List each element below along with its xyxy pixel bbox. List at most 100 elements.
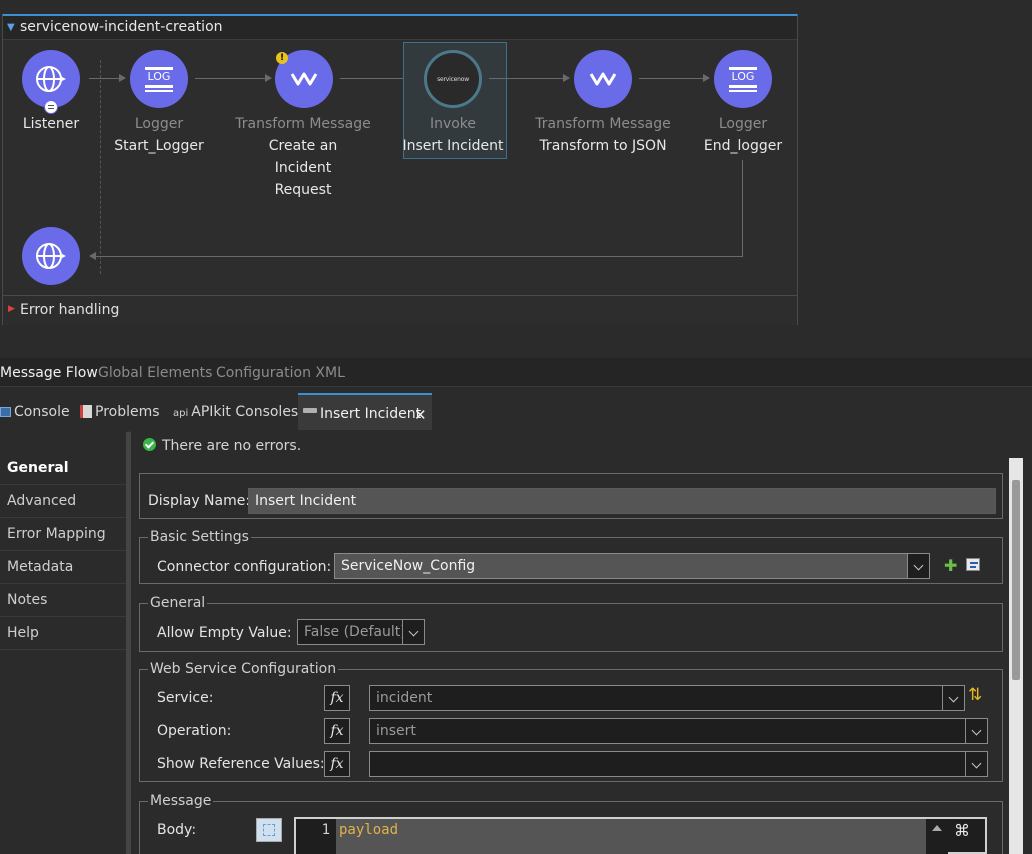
add-config-icon[interactable]: ✚: [944, 555, 957, 577]
editor-scrollbar[interactable]: [926, 819, 948, 854]
node-type: Transform Message: [535, 116, 671, 132]
tab-problems-label: Problems: [95, 404, 160, 420]
flow-arrow: [195, 74, 272, 82]
flow-title: servicenow-incident-creation: [20, 19, 223, 35]
flow-header[interactable]: ▼ servicenow-incident-creation: [3, 16, 797, 40]
allow-empty-select[interactable]: False (Default): [297, 619, 425, 645]
connector-config-select[interactable]: ServiceNow_Config: [334, 553, 930, 579]
operation-select[interactable]: insert: [369, 718, 988, 744]
globe-icon: [36, 243, 66, 269]
body-code[interactable]: payload: [336, 819, 926, 854]
listener-node[interactable]: [22, 50, 80, 114]
refresh-icon[interactable]: ⇅: [968, 685, 982, 705]
chevron-down-icon[interactable]: [965, 719, 987, 743]
operation-fx-button[interactable]: fx: [324, 718, 350, 744]
web-service-config-legend: Web Service Configuration: [148, 660, 339, 678]
node-name: Insert Incident: [402, 138, 504, 154]
tab-console[interactable]: Console: [0, 401, 70, 423]
node-type: Invoke: [429, 116, 477, 132]
collapse-triangle-icon[interactable]: ▼: [7, 22, 15, 33]
transform-json-label[interactable]: Transform Message Transform to JSON: [523, 113, 683, 157]
chevron-down-icon[interactable]: [907, 554, 929, 578]
transform-json-node[interactable]: [574, 50, 632, 108]
log-icon-text: LOG: [147, 70, 171, 83]
apikit-icon: api: [173, 408, 189, 419]
show-reference-label: Show Reference Values:: [157, 756, 325, 772]
service-select[interactable]: incident: [369, 685, 965, 711]
connector-config-value: ServiceNow_Config: [341, 558, 476, 574]
basic-settings-group: Basic Settings Connector configuration: …: [139, 528, 1003, 584]
allow-empty-value: False (Default): [304, 624, 406, 640]
source-divider: [100, 60, 101, 274]
view-tabs: Console Problems api APIkit Consoles Inse…: [0, 393, 1032, 430]
service-fx-button[interactable]: fx: [324, 685, 350, 711]
tab-message-flow[interactable]: Message Flow: [0, 362, 98, 384]
body-label: Body:: [157, 822, 197, 838]
flow-container[interactable]: ▼ servicenow-incident-creation Listener: [2, 14, 798, 325]
properties-nav: General Advanced Error Mapping Metadata …: [0, 430, 130, 854]
problems-icon: [80, 405, 92, 418]
logger-end-node[interactable]: LOG: [714, 50, 772, 108]
transform-create-label[interactable]: Transform Message Create an Incident Req…: [223, 113, 383, 201]
listener-source-icon: [44, 100, 58, 114]
tab-console-label: Console: [14, 404, 70, 420]
allow-empty-label: Allow Empty Value:: [157, 625, 292, 641]
nav-notes[interactable]: Notes: [0, 584, 128, 617]
logger-end-label[interactable]: Logger End_logger: [663, 113, 823, 157]
tab-configuration-xml[interactable]: Configuration XML: [216, 362, 345, 384]
message-legend: Message: [148, 792, 214, 810]
general-legend: General: [148, 594, 208, 612]
invoke-label[interactable]: Invoke Insert Incident: [373, 113, 533, 157]
node-name: Start_Logger: [114, 138, 204, 154]
service-label: Service:: [157, 690, 214, 706]
nav-advanced[interactable]: Advanced: [0, 485, 128, 518]
editor-tabs: Message Flow Global Elements Configurati…: [0, 358, 1032, 387]
tab-apikit-label: APIkit Consoles: [191, 404, 299, 420]
return-arrowhead: [89, 252, 96, 260]
panel-scrollbar-thumb[interactable]: [1012, 480, 1020, 680]
warning-icon[interactable]: !: [276, 52, 288, 64]
flow-arrow: [639, 74, 710, 82]
show-reference-fx-button[interactable]: fx: [324, 751, 350, 777]
nav-general[interactable]: General: [0, 452, 128, 485]
datasense-icon[interactable]: ⌘: [954, 821, 970, 840]
check-icon: [143, 438, 156, 451]
chevron-down-icon[interactable]: [942, 686, 964, 710]
tab-insert-incident[interactable]: Insert Incident ✕: [298, 393, 432, 430]
listener-response-node[interactable]: [22, 227, 80, 285]
operation-label: Operation:: [157, 723, 232, 739]
tab-global-elements[interactable]: Global Elements: [98, 362, 212, 384]
connector-config-label: Connector configuration:: [157, 559, 332, 575]
chevron-down-icon[interactable]: [965, 752, 987, 776]
nav-error-mapping[interactable]: Error Mapping: [0, 518, 128, 551]
error-handling-section[interactable]: ▶ Error handling: [3, 295, 797, 325]
status-message: There are no errors.: [143, 436, 301, 456]
dataweave-icon: [589, 72, 617, 86]
node-type: Logger: [134, 116, 184, 132]
status-text: There are no errors.: [162, 438, 302, 454]
flow-canvas: ▼ servicenow-incident-creation Listener: [0, 0, 1032, 358]
return-line: [742, 160, 743, 256]
nav-help[interactable]: Help: [0, 617, 128, 650]
invoke-node[interactable]: servicenow: [424, 50, 482, 108]
display-name-input[interactable]: Insert Incident: [248, 488, 996, 514]
node-name: End_logger: [703, 138, 783, 154]
console-icon: [0, 407, 11, 417]
logger-start-label[interactable]: Logger Start_Logger: [79, 113, 239, 157]
basic-settings-legend: Basic Settings: [148, 528, 251, 546]
close-icon[interactable]: ✕: [414, 404, 427, 426]
expand-triangle-icon[interactable]: ▶: [8, 304, 15, 314]
chevron-down-icon[interactable]: [402, 620, 424, 644]
log-icon-text: LOG: [731, 70, 755, 83]
tab-apikit-consoles[interactable]: api APIkit Consoles: [173, 401, 298, 423]
scroll-up-icon[interactable]: [932, 825, 942, 831]
show-reference-select[interactable]: [369, 751, 988, 777]
operation-value: insert: [376, 723, 416, 739]
tab-insert-label: Insert Incident: [320, 406, 422, 422]
logger-start-node[interactable]: LOG: [130, 50, 188, 108]
body-expression-toggle-icon[interactable]: [256, 818, 282, 842]
nav-metadata[interactable]: Metadata: [0, 551, 128, 584]
tab-problems[interactable]: Problems: [80, 401, 160, 423]
body-editor[interactable]: 1 payload ⌘: [294, 817, 987, 854]
edit-config-icon[interactable]: [966, 558, 980, 571]
